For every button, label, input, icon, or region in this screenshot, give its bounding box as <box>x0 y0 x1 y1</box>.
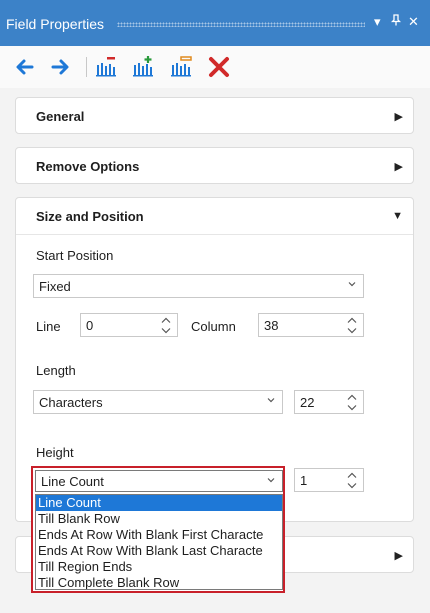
dropdown-option[interactable]: Ends At Row With Blank First Characte <box>36 527 282 543</box>
section-divider <box>16 234 413 235</box>
section-size-position-header[interactable]: Size and Position ▼ <box>16 198 413 234</box>
title-bar: Field Properties ▾ ✕ <box>0 0 430 46</box>
section-remove-options-header[interactable]: Remove Options ▶ <box>16 148 413 184</box>
pin-icon[interactable] <box>390 14 402 29</box>
column-stepper[interactable]: 38 <box>258 313 364 337</box>
chevron-down-icon <box>267 398 275 403</box>
collapse-arrow-icon[interactable]: ▼ <box>392 210 403 222</box>
dropdown-option[interactable]: Till Blank Row <box>36 511 282 527</box>
spin-up-icon[interactable] <box>347 317 357 324</box>
height-count: 1 <box>300 473 308 488</box>
length-select[interactable]: Characters <box>33 390 283 414</box>
dropdown-option[interactable]: Till Region Ends <box>36 559 282 575</box>
expand-arrow-icon[interactable]: ▶ <box>395 110 403 123</box>
drag-grip[interactable] <box>117 22 365 27</box>
spin-up-icon[interactable] <box>347 394 357 401</box>
chevron-down-icon[interactable]: ▾ <box>374 14 381 30</box>
window-title: Field Properties <box>6 16 105 32</box>
close-icon[interactable]: ✕ <box>408 14 419 30</box>
height-options-list: Line Count Till Blank Row Ends At Row Wi… <box>35 494 283 590</box>
length-label: Length <box>36 363 76 378</box>
height-label: Height <box>36 445 74 460</box>
column-label: Column <box>191 319 236 334</box>
chevron-down-icon <box>348 282 356 287</box>
section-remove-options: Remove Options ▶ <box>15 147 414 184</box>
line-stepper[interactable]: 0 <box>80 313 178 337</box>
spin-down-icon[interactable] <box>161 327 171 334</box>
insert-field-icon[interactable] <box>169 55 193 79</box>
back-arrow-icon[interactable] <box>12 55 36 79</box>
delete-icon[interactable] <box>207 55 231 79</box>
section-general-label: General <box>36 109 85 124</box>
expand-arrow-icon[interactable]: ▶ <box>395 549 403 562</box>
section-size-position-label: Size and Position <box>36 209 144 224</box>
line-value: 0 <box>86 318 94 333</box>
remove-field-icon[interactable] <box>94 55 118 79</box>
line-label: Line <box>36 319 61 334</box>
chevron-down-icon <box>267 478 275 483</box>
start-position-select[interactable]: Fixed <box>33 274 364 298</box>
section-general: General ▶ <box>15 97 414 134</box>
forward-arrow-icon[interactable] <box>49 55 73 79</box>
height-select[interactable]: Line Count <box>35 470 283 492</box>
toolbar-separator <box>86 57 87 77</box>
section-remove-options-label: Remove Options <box>36 159 140 174</box>
spin-down-icon[interactable] <box>347 482 357 489</box>
start-position-label: Start Position <box>36 248 114 263</box>
dropdown-option[interactable]: Line Count <box>36 495 282 511</box>
add-field-icon[interactable] <box>131 55 155 79</box>
spin-down-icon[interactable] <box>347 404 357 411</box>
length-value: Characters <box>39 395 103 410</box>
spin-up-icon[interactable] <box>347 472 357 479</box>
length-count: 22 <box>300 395 315 410</box>
dropdown-option[interactable]: Till Complete Blank Row <box>36 575 282 589</box>
length-stepper[interactable]: 22 <box>294 390 364 414</box>
spin-down-icon[interactable] <box>347 327 357 334</box>
height-stepper[interactable]: 1 <box>294 468 364 492</box>
expand-arrow-icon[interactable]: ▶ <box>395 160 403 173</box>
section-general-header[interactable]: General ▶ <box>16 98 413 134</box>
column-value: 38 <box>264 318 279 333</box>
toolbar <box>0 46 430 88</box>
dropdown-option[interactable]: Ends At Row With Blank Last Characte <box>36 543 282 559</box>
start-position-value: Fixed <box>39 279 71 294</box>
spin-up-icon[interactable] <box>161 317 171 324</box>
height-value: Line Count <box>41 474 104 489</box>
